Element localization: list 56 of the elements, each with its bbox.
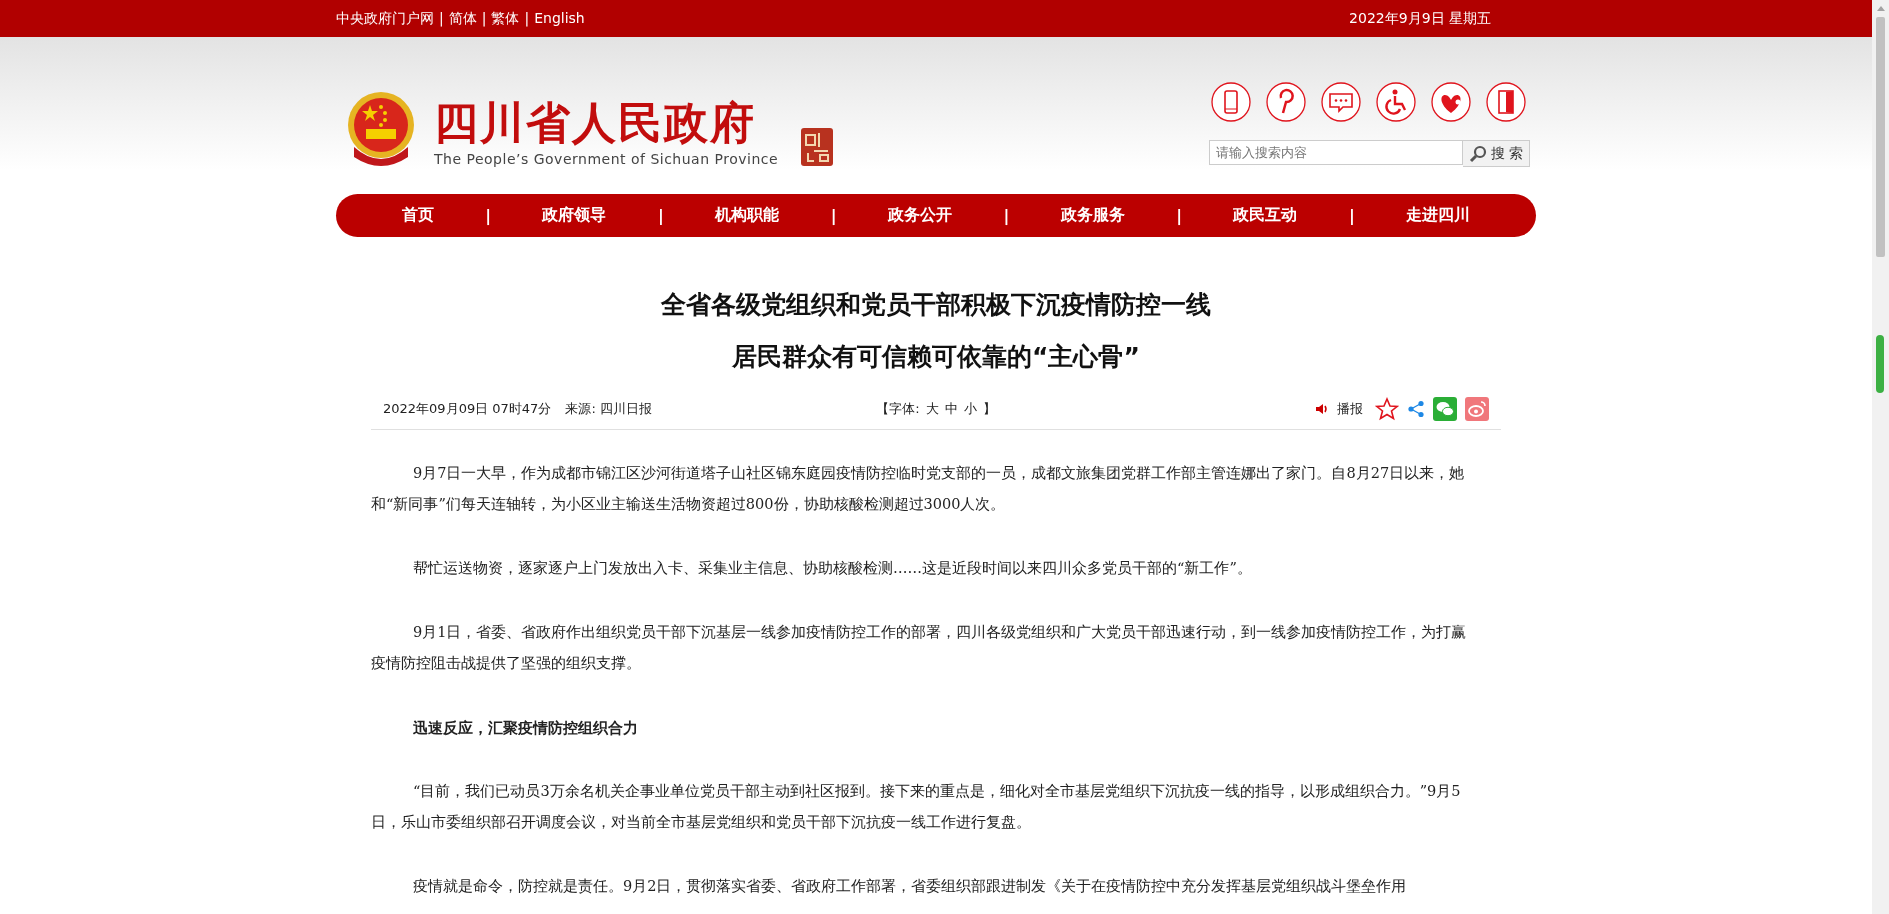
- search-button[interactable]: 搜 索: [1463, 140, 1530, 167]
- broadcast-link[interactable]: 播报: [1337, 400, 1363, 418]
- scrollbar[interactable]: [1872, 0, 1889, 914]
- paragraph: 帮忙运送物资，逐家逐户上门发放出入卡、采集业主信息、协助核酸检测……这是近段时间以来四川众多党员干部的“新工作”。: [412, 559, 1253, 578]
- separator: |: [439, 9, 444, 28]
- article-title: 全省各级党组织和党员干部积极下沉疫情防控一线: [660, 289, 1212, 321]
- separator: |: [1176, 206, 1182, 225]
- top-link[interactable]: English: [534, 9, 585, 28]
- separator: |: [524, 9, 530, 28]
- nav-item[interactable]: 走进四川: [1406, 205, 1471, 226]
- site-subtitle: The People’s Government of Sichuan Province: [434, 151, 779, 167]
- seal-icon: [800, 127, 835, 167]
- top-link[interactable]: 繁体: [491, 9, 520, 28]
- star-icon[interactable]: [1375, 397, 1399, 421]
- font-size-link[interactable]: 中: [944, 400, 958, 418]
- font-size-label: 【字体:: [876, 400, 920, 418]
- door-icon[interactable]: [1486, 82, 1526, 122]
- nav-item[interactable]: 政务服务: [1060, 205, 1125, 226]
- nav-item[interactable]: 政民互动: [1233, 205, 1298, 226]
- section-heading: 迅速反应，汇聚疫情防控组织合力: [412, 718, 640, 738]
- chat-icon[interactable]: [1321, 82, 1361, 122]
- paragraph: 疫情就是命令，防控就是责任。9月2日，贯彻落实省委、省政府工作部署，省委组织部跟进制发《关于在疫情防控中充分发挥基层党组织战斗堡垒作用: [412, 877, 1408, 896]
- paragraph: 9月7日一大早，作为成都市锦江区沙河街道塔子山社区锦东庭园疫情防控临时党支部的一员，成都文旅集团党群工作部主管连娜出了家门。自8月27日以来，她和“新同事”们每天连轴转，为小区业主输送生活物资超过800份，协助核酸检测超过3000人次。: [371, 464, 1466, 514]
- separator: |: [481, 9, 487, 28]
- top-link[interactable]: 简体: [448, 9, 477, 28]
- search-field[interactable]: 请输入搜索内容: [1209, 140, 1464, 165]
- publish-date: 2022年09月09日 07时47分: [383, 400, 552, 418]
- bracket-text: 】: [982, 400, 996, 418]
- paragraph: “目前，我们已动员3万余名机关企事业单位党员干部主动到社区报到。接下来的重点是，细化对全市基层党组织下沉抗疫一线的指导，以形成组织合力。”9月5日，乐山市委组织部召开调度会议，对当前全市基层党组织和党员干部下沉抗疫一线工作进行复盘。: [371, 782, 1462, 832]
- share-icon[interactable]: [1407, 400, 1425, 418]
- font-size-link[interactable]: 小: [963, 400, 977, 418]
- nav-item[interactable]: 政务公开: [887, 205, 952, 226]
- eye-logo-icon[interactable]: [1465, 397, 1489, 421]
- phone-icon[interactable]: [1211, 82, 1251, 122]
- search-icon: [1469, 144, 1488, 163]
- paragraph: 9月1日，省委、省政府作出组织党员干部下沉基层一线参加疫情防控工作的部署，四川各级党组织和广大党员干部迅速行动，到一线参加疫情防控工作，为打赢疫情防控阻击战提供了坚强的组织支撑。: [371, 623, 1468, 673]
- care-icon[interactable]: [1431, 82, 1471, 122]
- speaker-icon[interactable]: [1315, 402, 1329, 416]
- date-text: 2022年9月9日 星期五: [1349, 9, 1491, 28]
- site-title: 四川省人民政府: [434, 97, 757, 149]
- scroll-thumb[interactable]: [1876, 17, 1885, 257]
- article-title: 居民群众有可信赖可依靠的“主心骨”: [731, 341, 1141, 373]
- nav-item[interactable]: 机构职能: [715, 205, 780, 226]
- separator: |: [830, 206, 837, 225]
- font-size-link[interactable]: 大: [925, 400, 939, 418]
- separator: |: [485, 206, 491, 225]
- wheelchair-icon[interactable]: [1376, 82, 1416, 122]
- nav-item[interactable]: 政府领导: [542, 205, 607, 226]
- separator: |: [1003, 206, 1010, 225]
- separator: |: [1348, 206, 1355, 225]
- chat-bubbles-icon[interactable]: [1433, 397, 1457, 421]
- nav-item[interactable]: 首页: [401, 205, 434, 226]
- source-text: 来源: 四川日报: [565, 400, 652, 418]
- separator: |: [657, 206, 664, 225]
- top-link[interactable]: 中央政府门户网: [336, 9, 434, 28]
- side-handle[interactable]: [1876, 335, 1884, 393]
